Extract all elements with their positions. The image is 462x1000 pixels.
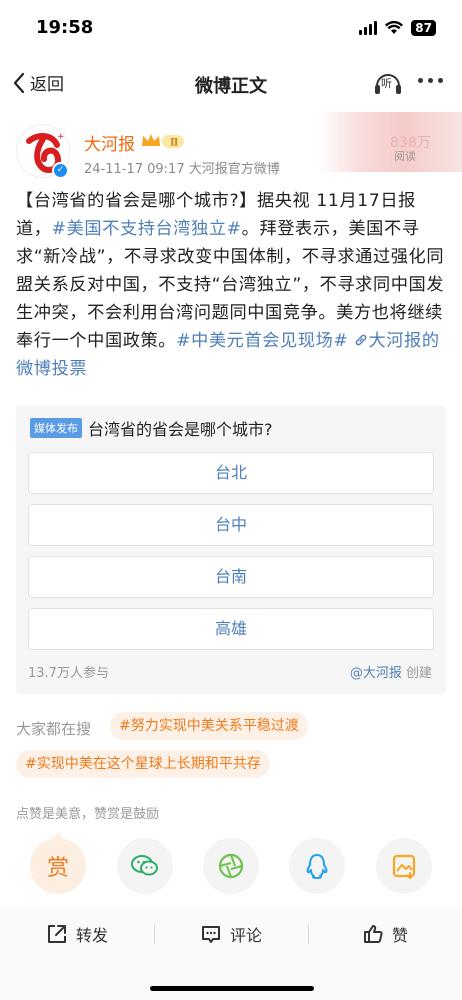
- post-meta: 24-11-17 09:17 大河报官方微博: [84, 162, 280, 177]
- trending-label: 大家都在搜: [16, 720, 92, 738]
- divider: [308, 924, 309, 944]
- share-qq-button[interactable]: [289, 838, 345, 894]
- like-button[interactable]: 赞: [362, 922, 408, 946]
- comment-button[interactable]: 评论: [200, 922, 262, 946]
- poll-option[interactable]: 台中: [28, 504, 434, 546]
- share-moments-button[interactable]: [203, 838, 259, 894]
- camera-aperture-icon: [218, 853, 244, 879]
- post-header: 838万 阅读 +1 ✓ 大河报 Ⅱ 24-11-17 09:17 大河报官方微…: [0, 112, 462, 184]
- poll-creator-info: @大河报 创建: [350, 662, 432, 681]
- member-crown-icon: Ⅱ: [142, 134, 184, 149]
- poll-question: 台湾省的省会是哪个城市?: [88, 420, 273, 439]
- listen-label: 听: [381, 77, 392, 90]
- dot-icon: [428, 78, 433, 83]
- poll-option[interactable]: 高雄: [28, 608, 434, 650]
- comment-icon: [202, 926, 220, 943]
- thumbs-up-icon: [364, 925, 383, 943]
- save-image-icon: [392, 854, 416, 879]
- poll-creator-suffix: 创建: [405, 666, 432, 681]
- home-indicator: [150, 986, 314, 991]
- poll-creator[interactable]: @大河报: [350, 666, 402, 681]
- chevron-left-icon: [13, 72, 25, 93]
- like-label: 赞: [392, 926, 409, 945]
- save-image-button[interactable]: [376, 838, 432, 894]
- poll-header: 媒体发布 台湾省的省会是哪个城市?: [30, 416, 273, 440]
- status-bar: 19:58 87: [0, 0, 462, 60]
- post-body: 【台湾省的省会是哪个城市?】据央视 11月17日报道，#美国不支持台湾独立#。拜…: [16, 187, 448, 383]
- dot-icon: [418, 78, 423, 83]
- nav-bar: 返回 微博正文 听: [0, 60, 462, 106]
- wechat-icon: [131, 855, 158, 876]
- link-icon: [356, 334, 367, 346]
- status-icons: 87: [359, 20, 436, 36]
- hashtag-link[interactable]: #中美元首会见现场#: [176, 331, 348, 351]
- poll-card: 媒体发布 台湾省的省会是哪个城市? 台北 台中 台南 高雄 13.7万人参与 @…: [16, 406, 446, 694]
- back-button[interactable]: 返回: [12, 70, 64, 95]
- cellular-signal-icon: [359, 21, 378, 35]
- battery-indicator: 87: [411, 20, 436, 36]
- qq-penguin-icon: [306, 854, 328, 879]
- poll-option[interactable]: 台北: [28, 452, 434, 494]
- trending-tag[interactable]: #实现中美在这个星球上长期和平共存: [16, 750, 270, 778]
- author-name[interactable]: 大河报: [84, 130, 135, 155]
- hashtag-link[interactable]: #美国不支持台湾独立#: [52, 219, 242, 239]
- reward-label: 赏: [46, 856, 69, 881]
- trending-tag[interactable]: #努力实现中美关系平稳过渡: [110, 712, 308, 740]
- status-time: 19:58: [36, 17, 94, 38]
- share-wechat-button[interactable]: [117, 838, 173, 894]
- avatar-badge: +1: [57, 132, 70, 142]
- dot-icon: [438, 78, 443, 83]
- member-level: Ⅱ: [170, 138, 178, 149]
- poll-option[interactable]: 台南: [28, 556, 434, 598]
- read-label: 阅读: [394, 150, 416, 163]
- repost-button[interactable]: 转发: [46, 922, 108, 946]
- more-options-button[interactable]: [418, 78, 443, 83]
- back-label: 返回: [30, 75, 64, 95]
- listen-button[interactable]: 听: [372, 68, 404, 98]
- media-badge: 媒体发布: [30, 418, 82, 438]
- wifi-icon: [385, 21, 404, 34]
- repost-icon: [48, 925, 66, 943]
- reward-button[interactable]: 赏: [30, 838, 86, 894]
- verified-badge-icon: ✓: [52, 162, 69, 179]
- divider: [154, 924, 155, 944]
- reward-hint: 点赞是美意，赞赏是鼓励: [16, 807, 160, 822]
- repost-label: 转发: [76, 926, 109, 945]
- poll-participants: 13.7万人参与: [28, 666, 109, 681]
- comment-label: 评论: [230, 926, 263, 945]
